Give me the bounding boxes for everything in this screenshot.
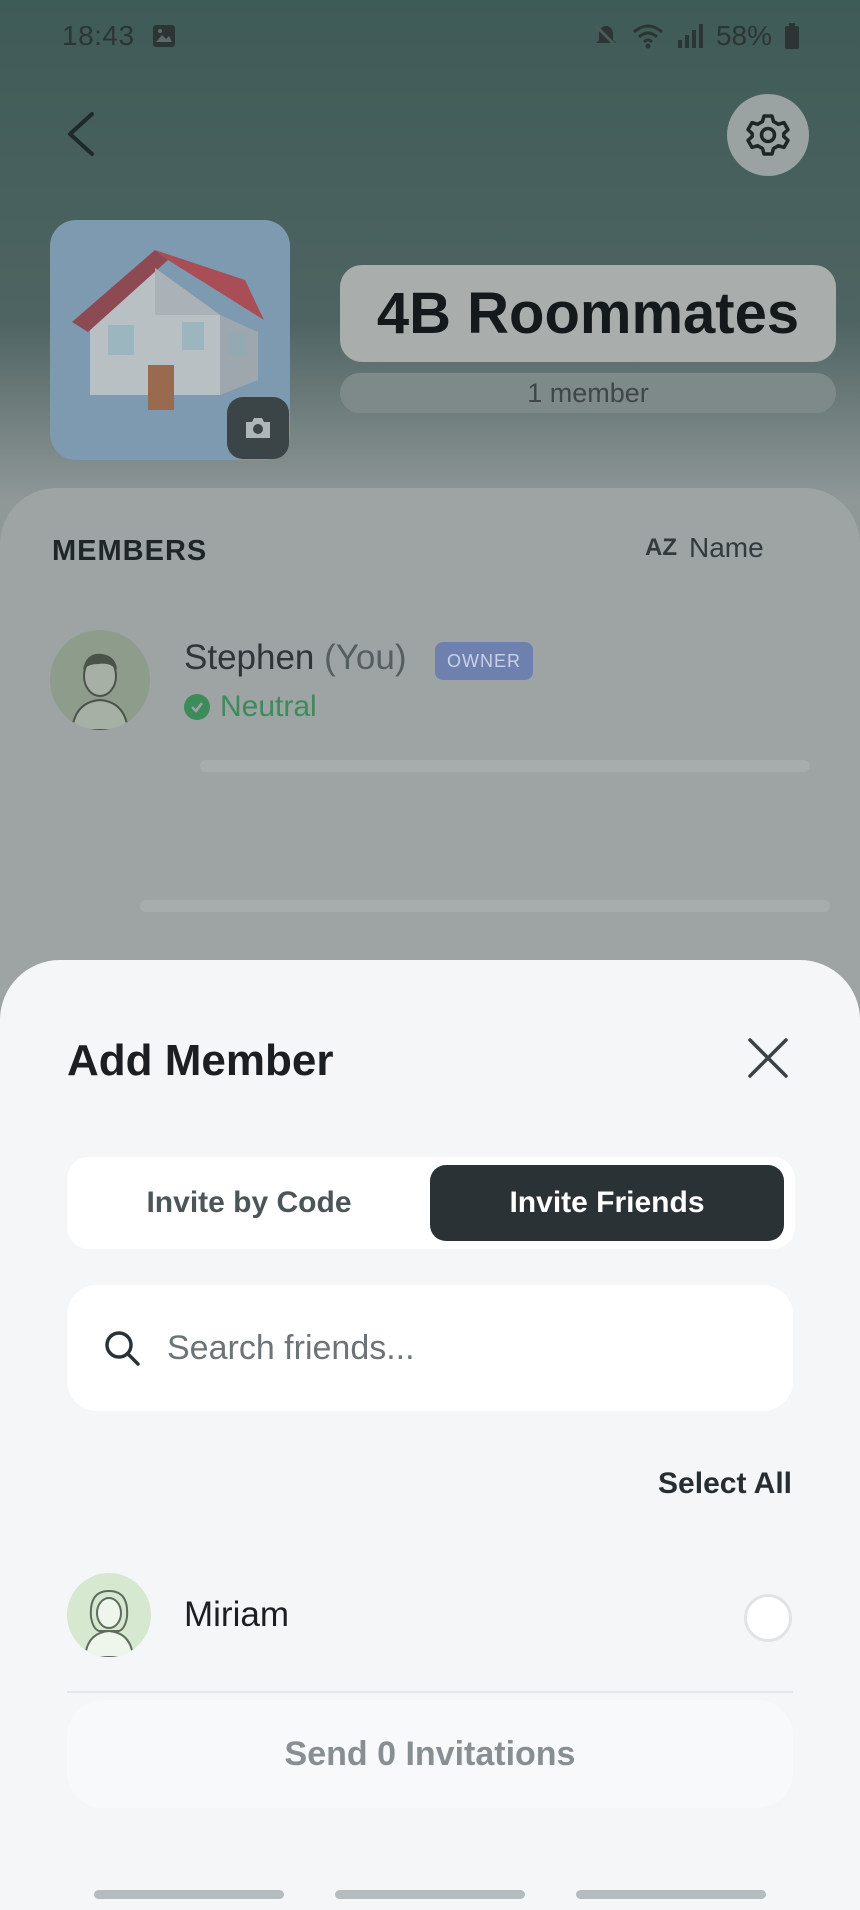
status-bar: 18:43 58%: [0, 0, 860, 75]
check-circle-icon: [184, 694, 210, 720]
change-photo-button[interactable]: [227, 397, 289, 459]
settings-button[interactable]: [727, 94, 809, 176]
search-icon: [105, 1331, 140, 1366]
member-row[interactable]: Stephen (You) OWNER Neutral: [50, 630, 810, 730]
tab-invite-by-code[interactable]: Invite by Code: [67, 1165, 431, 1241]
tab-invite-friends[interactable]: Invite Friends: [430, 1165, 784, 1241]
nav-handle: [335, 1890, 525, 1899]
sort-by-name-button[interactable]: AZ Name: [645, 532, 764, 564]
send-invitations-button[interactable]: Send 0 Invitations: [67, 1700, 793, 1808]
divider: [67, 1691, 793, 1693]
invite-method-tabs: Invite by Code Invite Friends: [67, 1157, 795, 1249]
members-heading: MEMBERS: [52, 535, 208, 567]
wifi-icon: [632, 24, 663, 49]
owner-badge: OWNER: [435, 642, 533, 680]
member-you-tag: (You): [324, 638, 407, 677]
member-name: Stephen (You): [184, 638, 407, 678]
battery-icon: [785, 23, 799, 49]
sort-az-icon: AZ: [645, 534, 677, 561]
search-input[interactable]: [167, 1311, 767, 1385]
nav-handle: [94, 1890, 284, 1899]
woman-avatar-icon: [83, 1589, 135, 1657]
man-avatar-icon: [70, 653, 130, 730]
close-icon[interactable]: [744, 1034, 792, 1082]
back-arrow-icon[interactable]: [60, 108, 104, 160]
member-status-label: Neutral: [220, 690, 317, 723]
placeholder-line: [200, 760, 810, 772]
mute-icon: [594, 24, 618, 48]
placeholder-line: [140, 900, 830, 912]
friend-row[interactable]: Miriam: [67, 1573, 793, 1659]
signal-icon: [677, 24, 703, 48]
camera-icon: [246, 418, 270, 438]
search-friends-box: [67, 1285, 793, 1411]
status-time: 18:43: [62, 20, 135, 51]
member-count: 1 member: [340, 373, 836, 413]
member-avatar: [50, 630, 150, 730]
gear-icon: [746, 114, 790, 156]
gesture-nav-bar: [0, 1880, 860, 1910]
friend-name: Miriam: [184, 1595, 289, 1634]
friend-select-radio[interactable]: [744, 1594, 792, 1642]
battery-percent: 58%: [715, 20, 772, 51]
select-all-button[interactable]: Select All: [658, 1467, 792, 1501]
nav-handle: [576, 1890, 766, 1899]
member-first-name: Stephen: [184, 638, 315, 677]
group-name[interactable]: 4B Roommates: [340, 265, 836, 362]
sheet-title: Add Member: [67, 1036, 334, 1085]
sort-label: Name: [689, 532, 764, 563]
friend-avatar: [67, 1573, 151, 1657]
member-status: Neutral: [184, 690, 317, 724]
gallery-icon: [153, 25, 175, 47]
